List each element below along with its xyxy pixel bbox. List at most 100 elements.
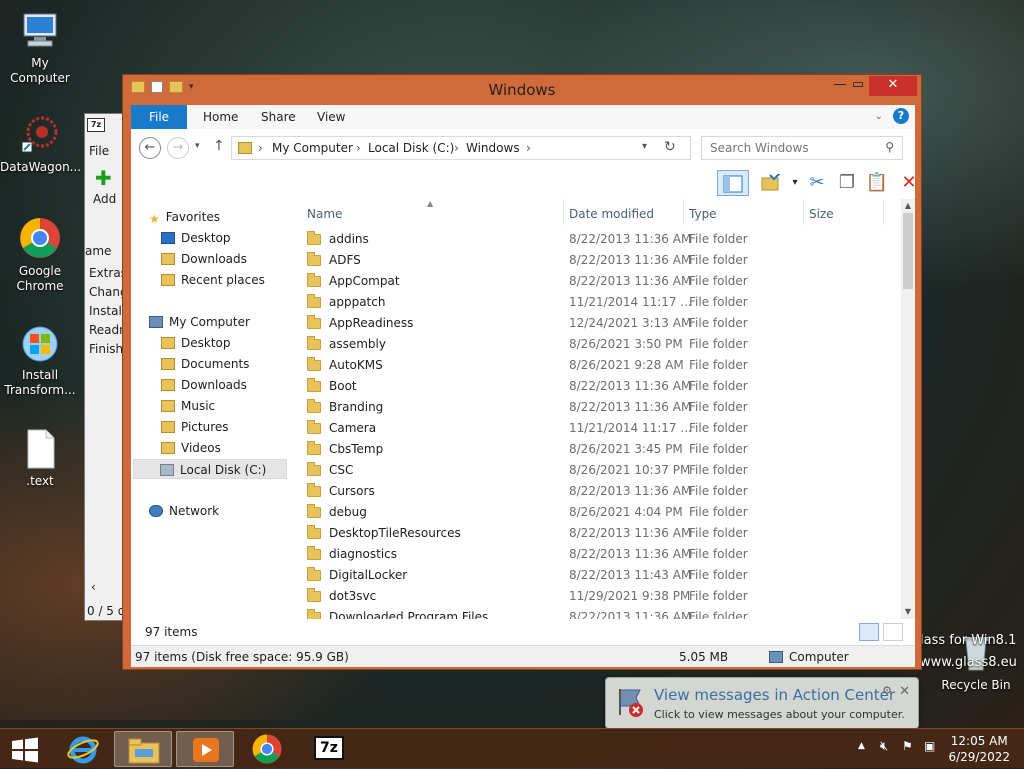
nav-fav-desktop[interactable]: Desktop [161, 228, 231, 248]
table-row[interactable]: DesktopTileResources 8/22/2013 11:36 AM Fi… [301, 523, 901, 544]
column-divider[interactable] [883, 199, 884, 225]
table-row[interactable]: assembly 8/26/2021 3:50 PM File folder [301, 334, 901, 355]
table-row[interactable]: AppReadiness 12/24/2021 3:13 AM File folde… [301, 313, 901, 334]
taskbar-file-explorer[interactable] [114, 731, 172, 767]
nav-local-disk[interactable]: Local Disk (C:) [133, 459, 287, 479]
taskbar-media-player[interactable] [176, 731, 234, 767]
table-row[interactable]: ADFS 8/22/2013 11:36 AM File folder [301, 250, 901, 271]
address-bar[interactable]: › My Computer › Local Disk (C:) › Window… [231, 136, 691, 160]
taskbar-7zip[interactable]: 7z [300, 731, 358, 767]
nav-favorites[interactable]: ★ Favorites [149, 207, 220, 227]
taskbar-chrome[interactable] [238, 731, 296, 767]
address-dropdown-icon[interactable]: ▾ [642, 141, 647, 152]
column-header-size[interactable]: Size [809, 203, 834, 225]
desktop-icon-my-computer[interactable]: My Computer [0, 8, 80, 86]
add-button[interactable]: Add [93, 192, 116, 206]
cut-icon[interactable]: ✂ [803, 170, 831, 196]
column-divider[interactable] [803, 199, 804, 225]
nav-fav-downloads[interactable]: Downloads [161, 249, 247, 269]
nav-my-computer[interactable]: My Computer [149, 312, 250, 332]
table-row[interactable]: Branding 8/22/2013 11:36 AM File folder [301, 397, 901, 418]
scroll-down-arrow[interactable]: ▼ [901, 605, 915, 619]
clock[interactable]: 12:05 AM 6/29/2022 [948, 733, 1010, 765]
column-header-date[interactable]: Date modified [569, 203, 654, 225]
preview-pane-button[interactable] [717, 170, 749, 196]
title-bar[interactable]: ▾ Windows — ▭ ✕ [123, 75, 921, 105]
close-button[interactable]: ✕ [869, 76, 917, 96]
action-center-tray-icon[interactable]: ⚑ [902, 739, 913, 753]
delete-icon[interactable]: ✕ [895, 170, 923, 196]
column-divider[interactable] [683, 199, 684, 225]
search-input[interactable]: Search Windows [710, 141, 809, 155]
nav-videos[interactable]: Videos [161, 438, 221, 458]
table-row[interactable]: addins 8/22/2013 11:36 AM File folder [301, 229, 901, 250]
tab-file[interactable]: File [131, 105, 187, 129]
desktop-icon-datawagon[interactable]: DataWagon... [0, 112, 81, 175]
table-row[interactable]: CSC 8/26/2021 10:37 PM File folder [301, 460, 901, 481]
desktop-icon-text-file[interactable]: .text [0, 426, 80, 489]
close-notification-button[interactable]: ✕ [899, 684, 910, 699]
recent-locations-chevron-icon[interactable]: ▾ [195, 141, 200, 151]
refresh-icon[interactable]: ↻ [664, 139, 676, 155]
table-row[interactable]: apppatch 11/21/2014 11:17 ... File folder [301, 292, 901, 313]
table-row[interactable]: diagnostics 8/22/2013 11:36 AM File folder [301, 544, 901, 565]
navigation-pane[interactable]: ★ Favorites Desktop Downloads Recent plac… [131, 199, 291, 619]
table-row[interactable]: DigitalLocker 8/22/2013 11:43 AM File fold… [301, 565, 901, 586]
table-row[interactable]: Boot 8/22/2013 11:36 AM File folder [301, 376, 901, 397]
vertical-scrollbar[interactable]: ▲ ▼ [901, 199, 915, 619]
large-icons-view-button[interactable] [883, 623, 903, 641]
up-button[interactable]: ↑ [213, 138, 225, 154]
table-row[interactable]: Camera 11/21/2014 11:17 ... File folder [301, 418, 901, 439]
tab-view[interactable]: View [305, 105, 357, 129]
back-button[interactable]: ← [139, 137, 161, 159]
scrollbar-thumb[interactable] [903, 213, 913, 289]
list-item[interactable]: Readn [89, 323, 123, 337]
nav-fav-recent[interactable]: Recent places [161, 270, 265, 290]
help-icon[interactable]: ? [893, 108, 909, 124]
file-list[interactable]: Name ▲ Date modified Type Size addins 8/2… [301, 199, 901, 619]
nav-music[interactable]: Music [161, 396, 215, 416]
search-icon[interactable]: ⚲ [885, 140, 894, 154]
network-tray-icon[interactable]: ▣ [924, 739, 935, 753]
table-row[interactable]: AutoKMS 8/26/2021 9:28 AM File folder [301, 355, 901, 376]
scroll-left-arrow[interactable]: ‹ [91, 580, 96, 594]
scroll-up-arrow[interactable]: ▲ [901, 199, 915, 213]
column-header-type[interactable]: Type [689, 203, 717, 225]
start-button[interactable] [0, 731, 50, 767]
nav-documents[interactable]: Documents [161, 354, 249, 374]
desktop-icon-chrome[interactable]: Google Chrome [0, 216, 80, 294]
table-row[interactable]: debug 8/26/2021 4:04 PM File folder [301, 502, 901, 523]
forward-button[interactable]: → [167, 137, 189, 159]
table-row[interactable]: AppCompat 8/22/2013 11:36 AM File folder [301, 271, 901, 292]
table-row[interactable]: dot3svc 11/29/2021 9:38 PM File folder [301, 586, 901, 607]
menu-file[interactable]: File [89, 144, 109, 158]
nav-network[interactable]: Network [149, 501, 219, 521]
explorer-window[interactable]: ▾ Windows — ▭ ✕ File Home Share View ⌄ ?… [122, 74, 922, 670]
column-divider[interactable] [563, 199, 564, 225]
nav-pictures[interactable]: Pictures [161, 417, 229, 437]
breadcrumb-local-disk[interactable]: Local Disk (C:) [368, 141, 454, 155]
list-item[interactable]: Finish [89, 342, 123, 356]
table-row[interactable]: CbsTemp 8/26/2021 3:45 PM File folder [301, 439, 901, 460]
table-row[interactable]: Downloaded Program Files 8/22/2013 11:36 … [301, 607, 901, 619]
list-item[interactable]: Extras [89, 266, 123, 280]
list-item[interactable]: Install [89, 304, 123, 318]
show-hidden-icons-chevron-icon[interactable]: ▲ [858, 741, 865, 751]
breadcrumb-windows[interactable]: Windows [466, 141, 520, 155]
desktop-icon-install-transform[interactable]: Install Transform... [0, 320, 80, 398]
tab-share[interactable]: Share [249, 105, 308, 129]
expand-ribbon-chevron-icon[interactable]: ⌄ [875, 111, 883, 122]
settings-icon[interactable]: ⚙ [882, 684, 892, 697]
details-view-button[interactable] [859, 623, 879, 641]
breadcrumb-my-computer[interactable]: My Computer [272, 141, 353, 155]
volume-muted-icon[interactable]: 🔇︎ [880, 739, 888, 754]
copy-icon[interactable]: ❐ [833, 170, 861, 196]
taskbar-ie[interactable] [54, 731, 112, 767]
background-7zip-window[interactable]: 7z File ✚ Add ame Extras Chang Install R… [84, 113, 124, 621]
search-box[interactable]: Search Windows ⚲ [701, 136, 903, 160]
action-center-notification[interactable]: View messages in Action Center Click to … [605, 677, 919, 729]
tab-home[interactable]: Home [191, 105, 250, 129]
nav-desktop[interactable]: Desktop [161, 333, 231, 353]
list-item[interactable]: Chang [89, 285, 123, 299]
table-row[interactable]: Cursors 8/22/2013 11:36 AM File folder [301, 481, 901, 502]
